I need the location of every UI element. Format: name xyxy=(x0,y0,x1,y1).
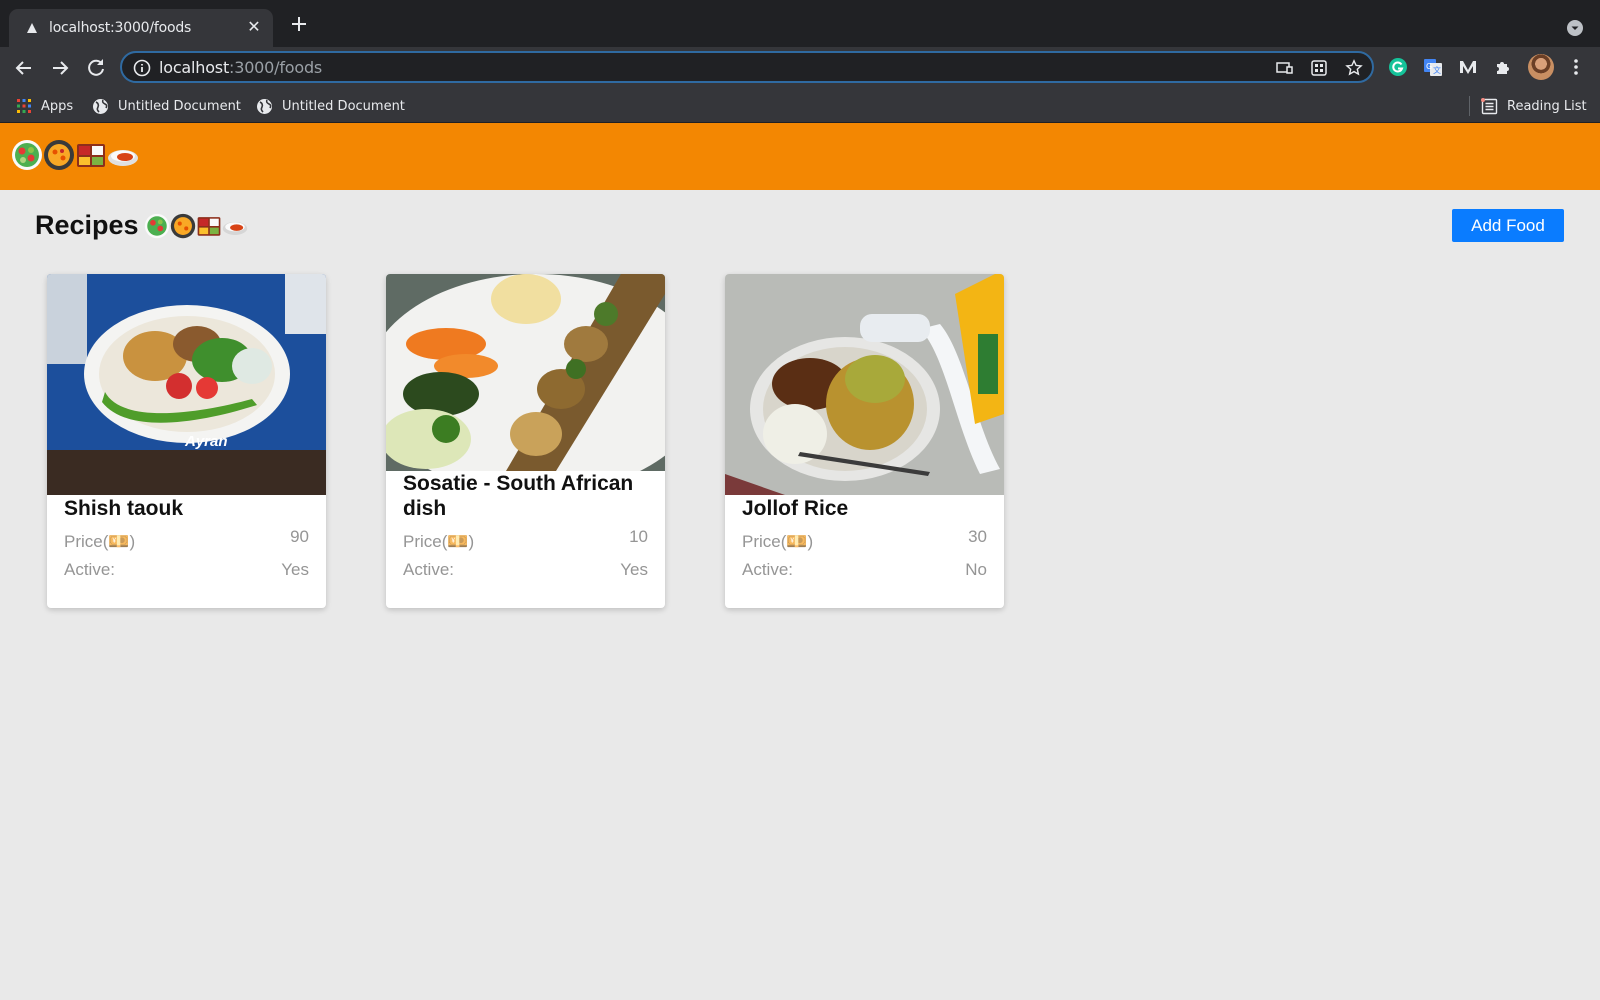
price-label: Price(💴) xyxy=(742,532,814,551)
price-row: Price(💴) 10 xyxy=(403,527,648,552)
google-translate-extension-icon[interactable]: G文 xyxy=(1422,56,1444,78)
price-label: Price(💴) xyxy=(403,532,475,551)
food-card-sosatie[interactable]: Sosatie - South African dish Price(💴) 10… xyxy=(386,274,665,608)
tab-title: localhost:3000/foods xyxy=(49,20,192,36)
salad-icon xyxy=(144,213,169,238)
bookmark-label: Untitled Document xyxy=(118,98,241,114)
paella-pan-icon xyxy=(44,140,74,170)
site-info-icon[interactable] xyxy=(133,59,151,77)
bookmarks-bar: Apps Untitled Document Untitled Document… xyxy=(0,90,1600,123)
cast-icon[interactable] xyxy=(1275,59,1293,77)
food-name: Sosatie - South African dish xyxy=(403,472,634,520)
salad-icon xyxy=(12,140,42,170)
price-value: 90 xyxy=(290,527,309,546)
food-card-jollof-rice[interactable]: Jollof Rice Price(💴) 30 Active: No xyxy=(725,274,1004,608)
qr-code-icon[interactable] xyxy=(1310,59,1328,77)
reading-list-icon xyxy=(1481,97,1498,114)
active-label: Active: xyxy=(64,560,116,579)
price-row: Price(💴) 30 xyxy=(742,527,987,552)
food-photo-sosatie xyxy=(386,274,665,471)
bookmarks-divider xyxy=(1469,96,1470,116)
bento-box-icon xyxy=(77,144,105,167)
active-row: Active: No xyxy=(742,560,987,580)
page-title-text: Recipes xyxy=(35,210,139,240)
curry-rice-icon xyxy=(222,221,247,235)
forward-arrow-icon[interactable] xyxy=(48,56,72,80)
apps-grid-icon xyxy=(17,99,31,113)
active-label: Active: xyxy=(403,560,455,579)
food-name: Shish taouk xyxy=(64,497,184,520)
profile-avatar[interactable] xyxy=(1528,54,1554,80)
paella-pan-icon xyxy=(170,213,195,238)
app-header xyxy=(0,123,1600,190)
browser-tab-strip: localhost:3000/foods ✕ xyxy=(0,0,1600,47)
triangle-favicon-icon xyxy=(27,23,37,33)
active-value: No xyxy=(965,560,987,579)
back-arrow-icon[interactable] xyxy=(12,56,36,80)
price-label: Price(💴) xyxy=(64,532,136,551)
bookmark-untitled-document-2[interactable]: Untitled Document xyxy=(256,96,405,116)
bookmark-label: Apps xyxy=(41,98,74,114)
reload-icon[interactable] xyxy=(84,56,108,80)
svg-text:文: 文 xyxy=(1433,65,1441,75)
browser-menu-icon[interactable] xyxy=(1565,56,1587,78)
active-row: Active: Yes xyxy=(403,560,648,580)
active-value: Yes xyxy=(620,560,648,579)
page-title: Recipes xyxy=(35,210,248,241)
svg-text:Ayran: Ayran xyxy=(184,433,228,450)
svg-text:G: G xyxy=(1426,62,1432,71)
app-logo[interactable] xyxy=(11,139,139,171)
reading-list-label: Reading List xyxy=(1507,98,1587,114)
extensions-puzzle-icon[interactable] xyxy=(1492,56,1514,78)
tab-search-icon[interactable] xyxy=(1566,19,1584,37)
url-text[interactable]: localhost:3000/foods xyxy=(159,58,322,77)
address-bar[interactable]: localhost:3000/foods xyxy=(120,51,1374,83)
price-value: 30 xyxy=(968,527,987,546)
globe-icon xyxy=(93,98,108,114)
grammarly-extension-icon[interactable] xyxy=(1387,56,1409,78)
bookmark-apps[interactable]: Apps xyxy=(16,96,73,116)
bookmark-label: Untitled Document xyxy=(282,98,405,114)
active-row: Active: Yes xyxy=(64,560,309,580)
price-row: Price(💴) 90 xyxy=(64,527,309,552)
add-food-button[interactable]: Add Food xyxy=(1452,209,1564,242)
close-tab-icon[interactable]: ✕ xyxy=(245,19,263,37)
food-name: Jollof Rice xyxy=(742,497,849,520)
active-value: Yes xyxy=(281,560,309,579)
food-photo-jollof-rice xyxy=(725,274,1004,495)
bento-box-icon xyxy=(197,216,220,236)
food-photo-shish-taouk: Ayran xyxy=(47,274,326,495)
browser-toolbar: localhost:3000/foods G文 xyxy=(0,47,1600,90)
medium-extension-icon[interactable] xyxy=(1457,56,1479,78)
curry-rice-icon xyxy=(108,150,138,166)
title-food-icons xyxy=(144,213,248,239)
food-card-shish-taouk[interactable]: Ayran Shish taouk Price(💴) 90 Active: Ye… xyxy=(47,274,326,608)
price-value: 10 xyxy=(629,527,648,546)
reading-list-button[interactable]: Reading List xyxy=(1481,96,1587,116)
bookmark-untitled-document-1[interactable]: Untitled Document xyxy=(92,96,241,116)
browser-tab[interactable]: localhost:3000/foods ✕ xyxy=(9,9,273,47)
globe-icon xyxy=(257,98,272,114)
active-label: Active: xyxy=(742,560,794,579)
bookmark-star-icon[interactable] xyxy=(1345,59,1363,77)
new-tab-icon[interactable] xyxy=(288,13,310,35)
